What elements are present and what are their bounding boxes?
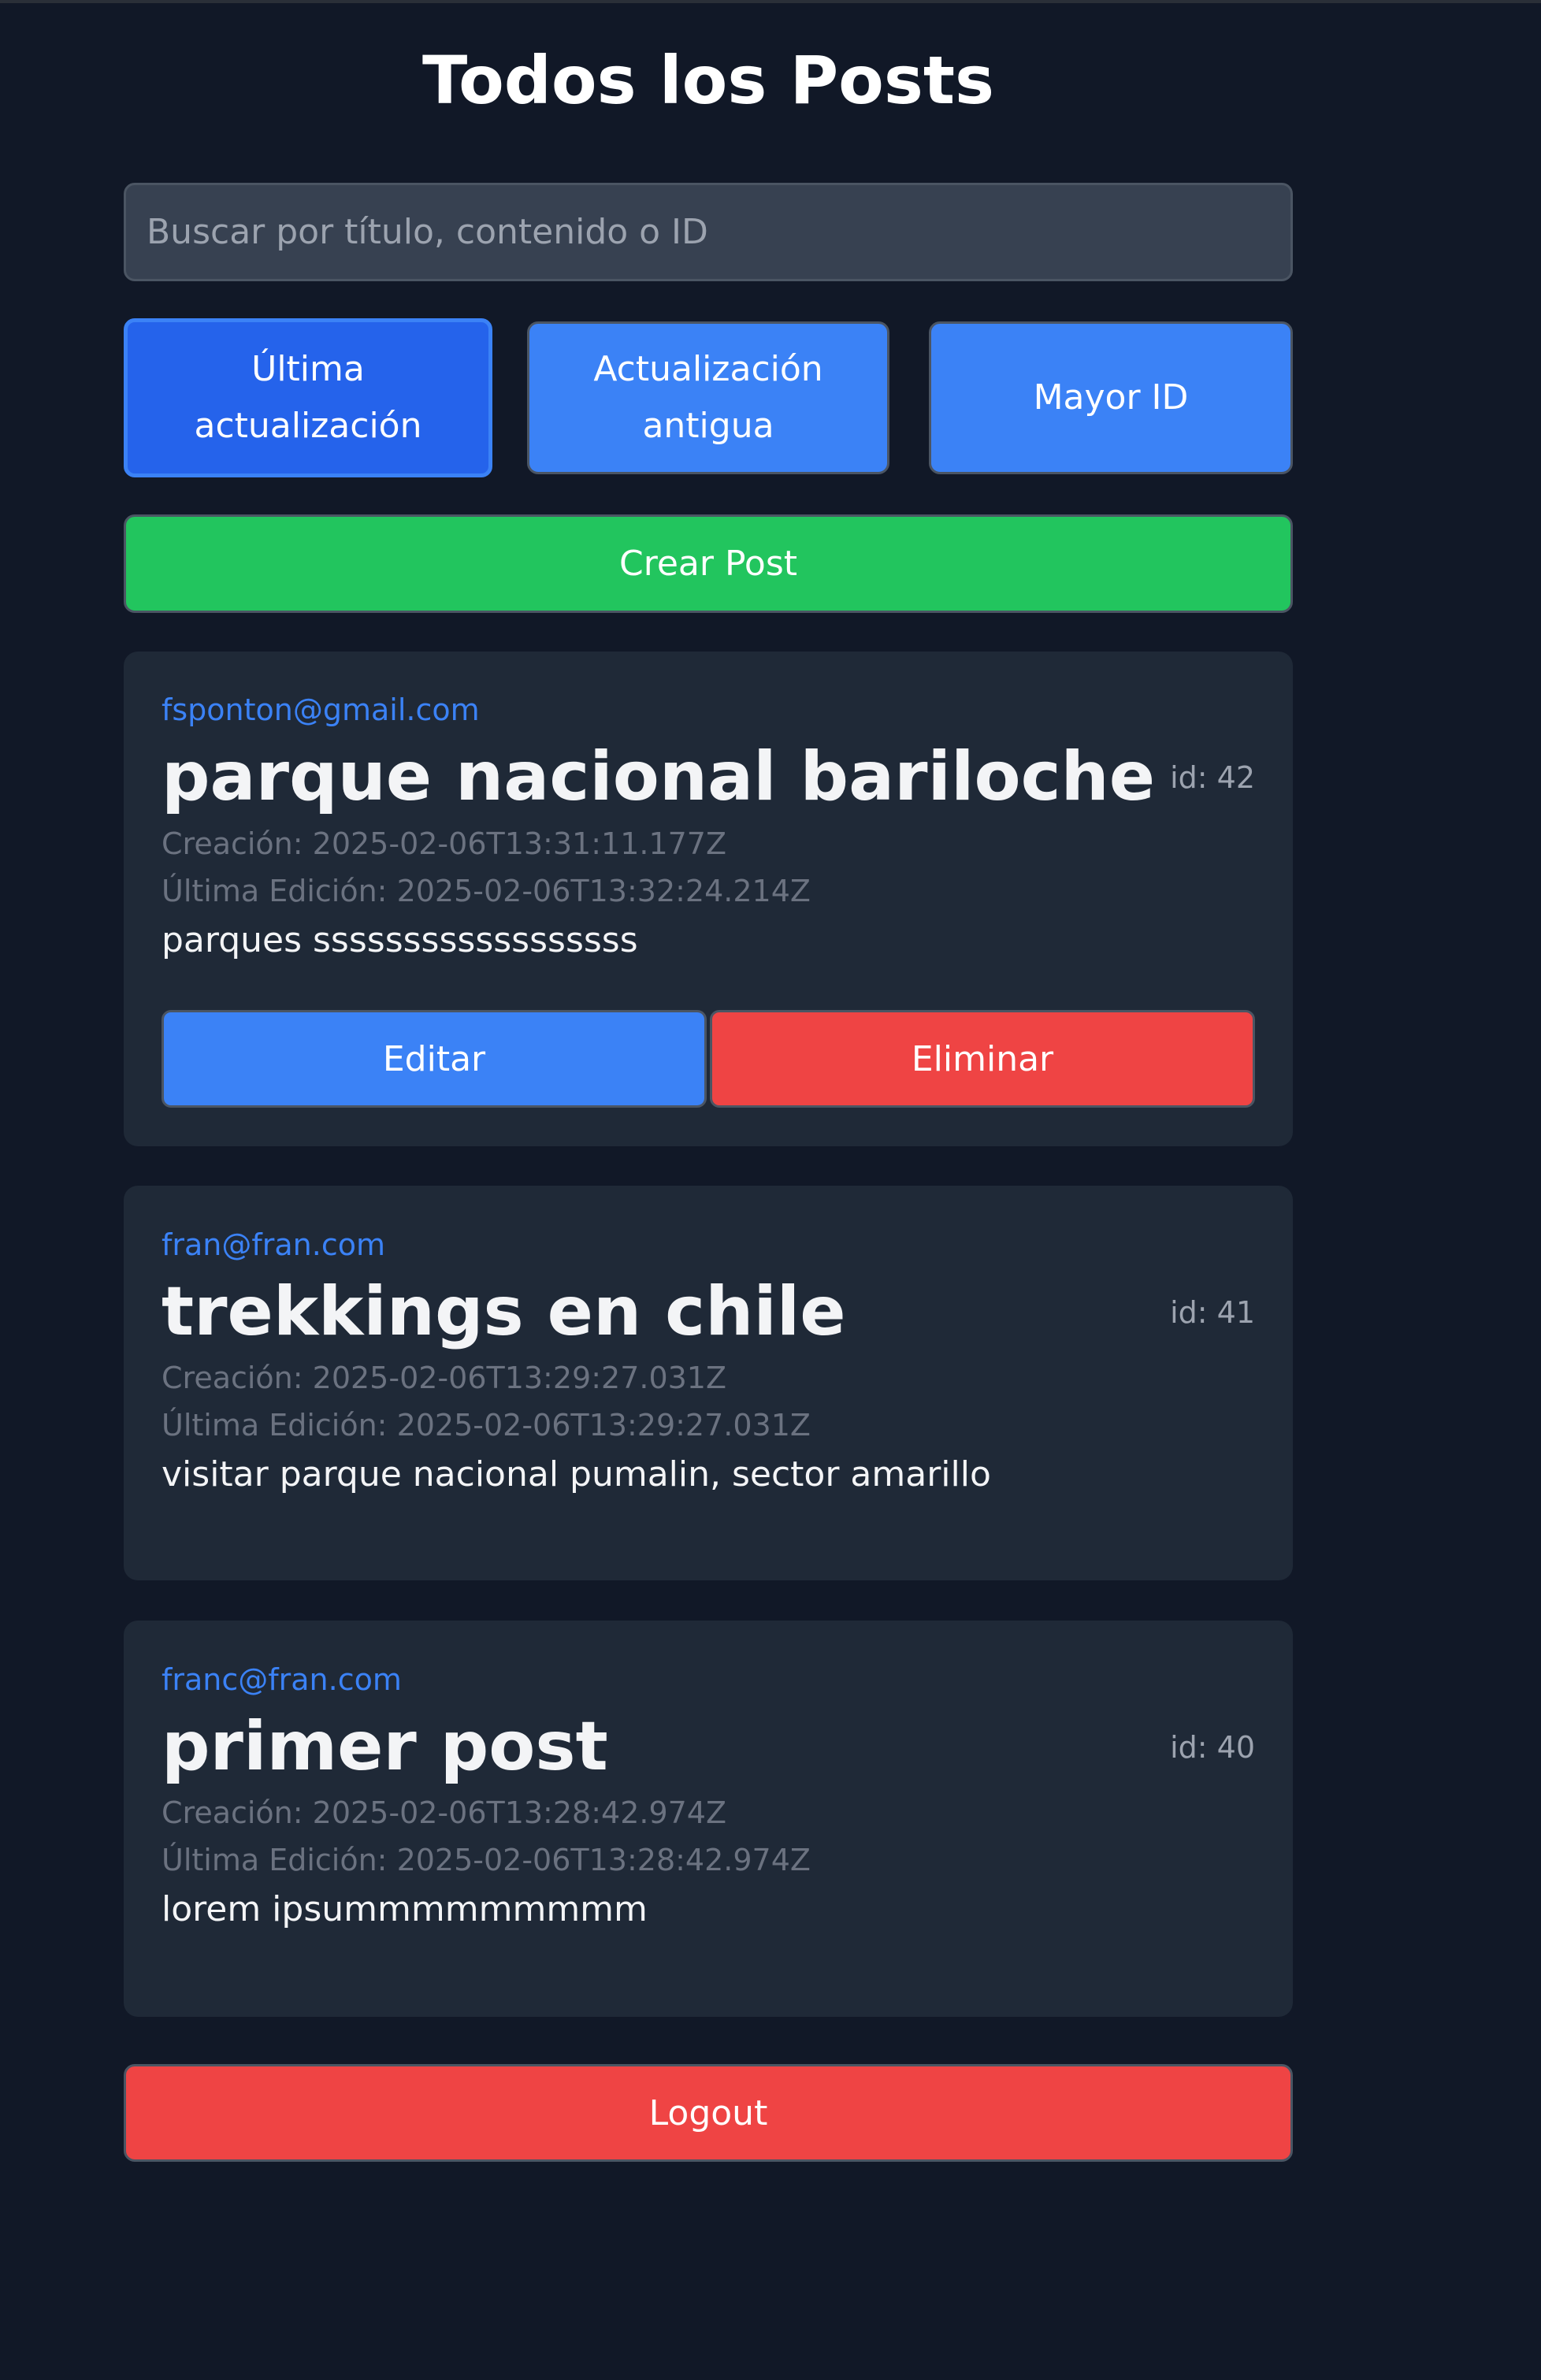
post-author: fsponton@gmail.com xyxy=(162,692,480,727)
post-card: fsponton@gmail.com parque nacional baril… xyxy=(124,652,1293,1146)
post-title: trekkings en chile xyxy=(162,1272,846,1351)
post-body: lorem ipsummmmmmmmm xyxy=(162,1889,648,1929)
post-author: fran@fran.com xyxy=(162,1227,385,1262)
logout-button[interactable]: Logout xyxy=(124,2064,1293,2162)
post-id: id: 42 xyxy=(1170,760,1255,795)
search-input[interactable] xyxy=(124,183,1293,281)
post-created: Creación: 2025-02-06T13:31:11.177Z xyxy=(162,826,727,861)
sort-highest-id-button[interactable]: Mayor ID xyxy=(929,321,1293,474)
page-title: Todos los Posts xyxy=(421,42,995,119)
post-id: id: 41 xyxy=(1170,1295,1255,1330)
delete-post-button[interactable]: Eliminar xyxy=(710,1010,1255,1108)
post-created: Creación: 2025-02-06T13:28:42.974Z xyxy=(162,1795,727,1830)
post-author: franc@fran.com xyxy=(162,1662,402,1697)
sort-buttons: Última actualización Actualización antig… xyxy=(124,318,1293,477)
create-post-button[interactable]: Crear Post xyxy=(124,514,1293,613)
post-card: franc@fran.com primer post id: 40 Creaci… xyxy=(124,1621,1293,2017)
sort-latest-update-button[interactable]: Última actualización xyxy=(124,318,492,477)
post-edited: Última Edición: 2025-02-06T13:32:24.214Z xyxy=(162,874,811,908)
window-top-border xyxy=(0,0,1541,3)
post-title: parque nacional bariloche xyxy=(162,737,1156,816)
post-title: primer post xyxy=(162,1707,608,1786)
sort-oldest-update-button[interactable]: Actualización antigua xyxy=(527,321,889,474)
post-edited: Última Edición: 2025-02-06T13:28:42.974Z xyxy=(162,1843,811,1877)
post-created: Creación: 2025-02-06T13:29:27.031Z xyxy=(162,1361,727,1395)
post-body: visitar parque nacional pumalin, sector … xyxy=(162,1454,991,1494)
post-card: fran@fran.com trekkings en chile id: 41 … xyxy=(124,1186,1293,1580)
edit-post-button[interactable]: Editar xyxy=(162,1010,707,1108)
post-edited: Última Edición: 2025-02-06T13:29:27.031Z xyxy=(162,1408,811,1442)
post-body: parques ssssssssssssssssss xyxy=(162,920,638,960)
post-id: id: 40 xyxy=(1170,1730,1255,1765)
